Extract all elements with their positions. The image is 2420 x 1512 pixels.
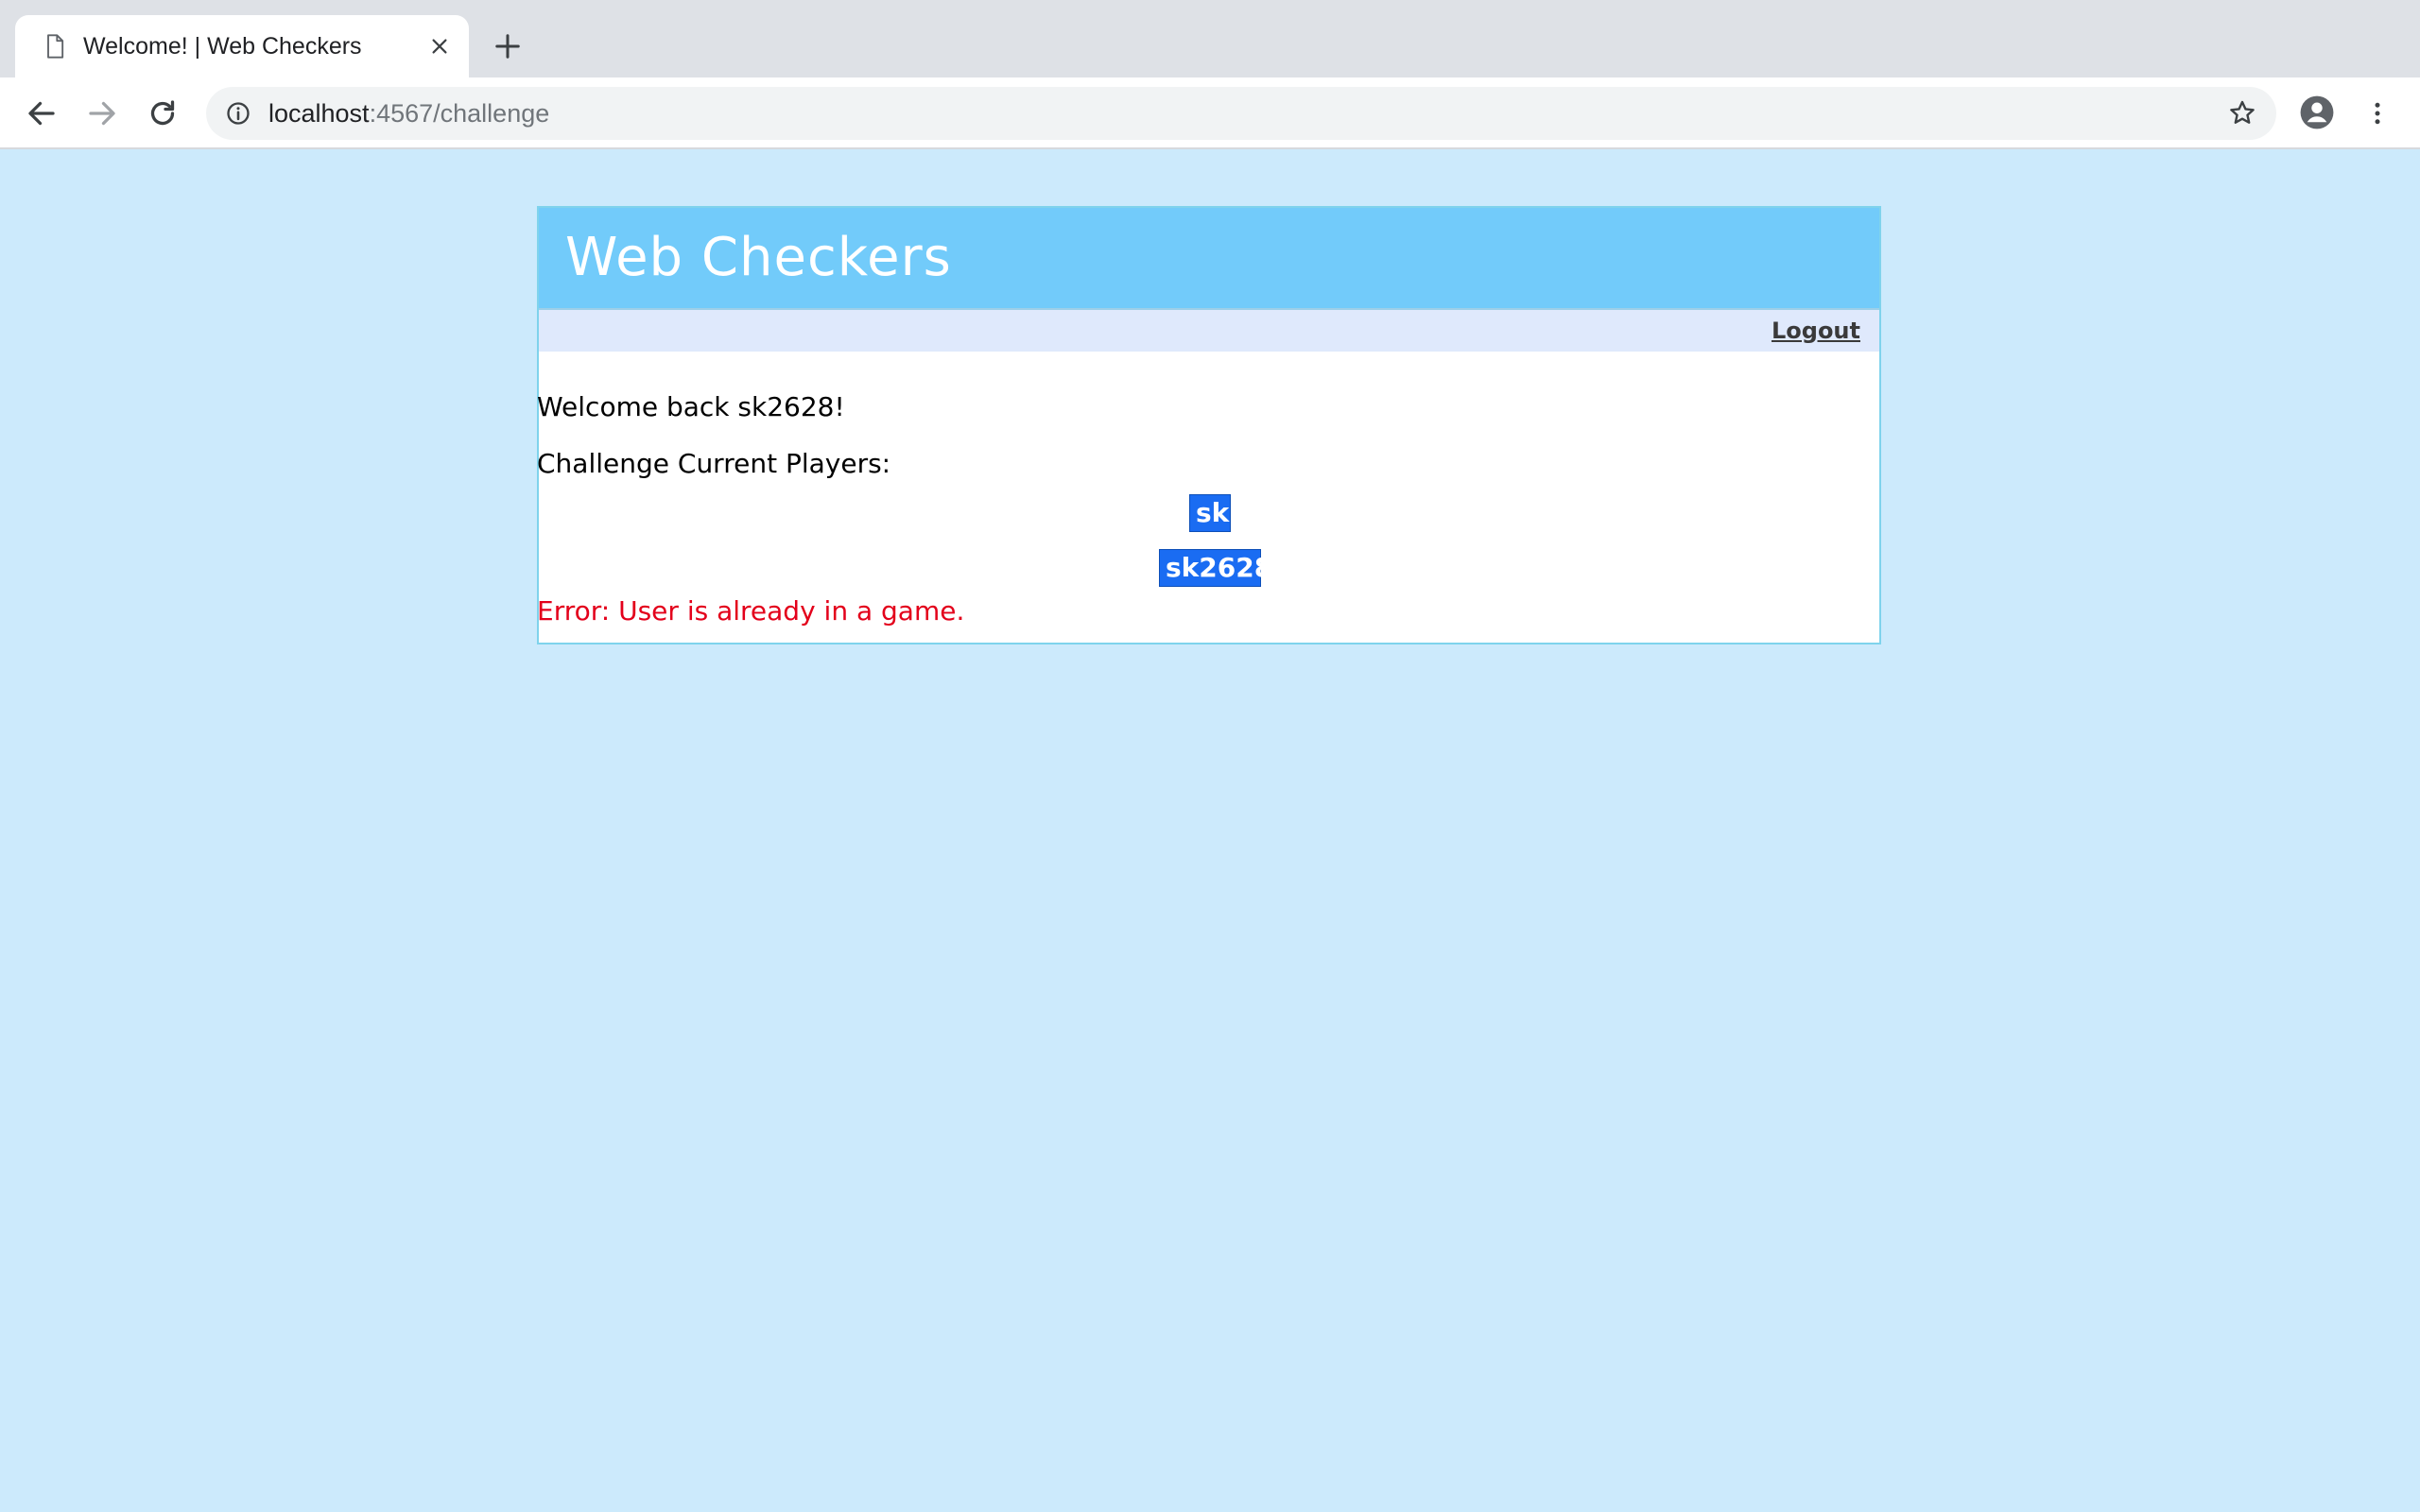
player-button-sk2628[interactable]: sk2628 <box>1159 549 1272 587</box>
back-arrow-icon[interactable] <box>25 96 59 130</box>
site-header: Web Checkers <box>539 208 1879 310</box>
address-bar[interactable]: localhost:4567/challenge <box>206 87 2276 140</box>
star-icon[interactable] <box>2227 98 2257 129</box>
plus-icon[interactable] <box>493 32 522 60</box>
player-button-sk[interactable]: sk <box>1189 494 1231 532</box>
info-icon[interactable] <box>225 100 251 127</box>
url-text: localhost:4567/challenge <box>268 87 549 140</box>
navbar: Logout <box>539 310 1879 352</box>
error-message: Error: User is already in a game. <box>537 595 965 627</box>
challenge-heading: Challenge Current Players: <box>537 448 891 479</box>
reload-icon[interactable] <box>146 96 180 130</box>
profile-icon[interactable] <box>2299 94 2335 130</box>
tab-title: Welcome! | Web Checkers <box>83 33 362 60</box>
close-icon[interactable] <box>429 36 450 57</box>
logout-link[interactable]: Logout <box>1772 310 1860 352</box>
browser-toolbar: localhost:4567/challenge <box>0 77 2420 149</box>
browser-tabstrip: Welcome! | Web Checkers <box>0 0 2420 77</box>
document-icon <box>47 34 64 59</box>
forward-arrow-icon[interactable] <box>85 96 119 130</box>
kebab-menu-icon[interactable] <box>2363 96 2392 130</box>
welcome-message: Welcome back sk2628! <box>537 391 845 422</box>
browser-tab[interactable]: Welcome! | Web Checkers <box>15 15 469 77</box>
page-title: Web Checkers <box>565 227 952 288</box>
url-path: :4567/challenge <box>369 99 550 128</box>
url-host: localhost <box>268 99 370 128</box>
